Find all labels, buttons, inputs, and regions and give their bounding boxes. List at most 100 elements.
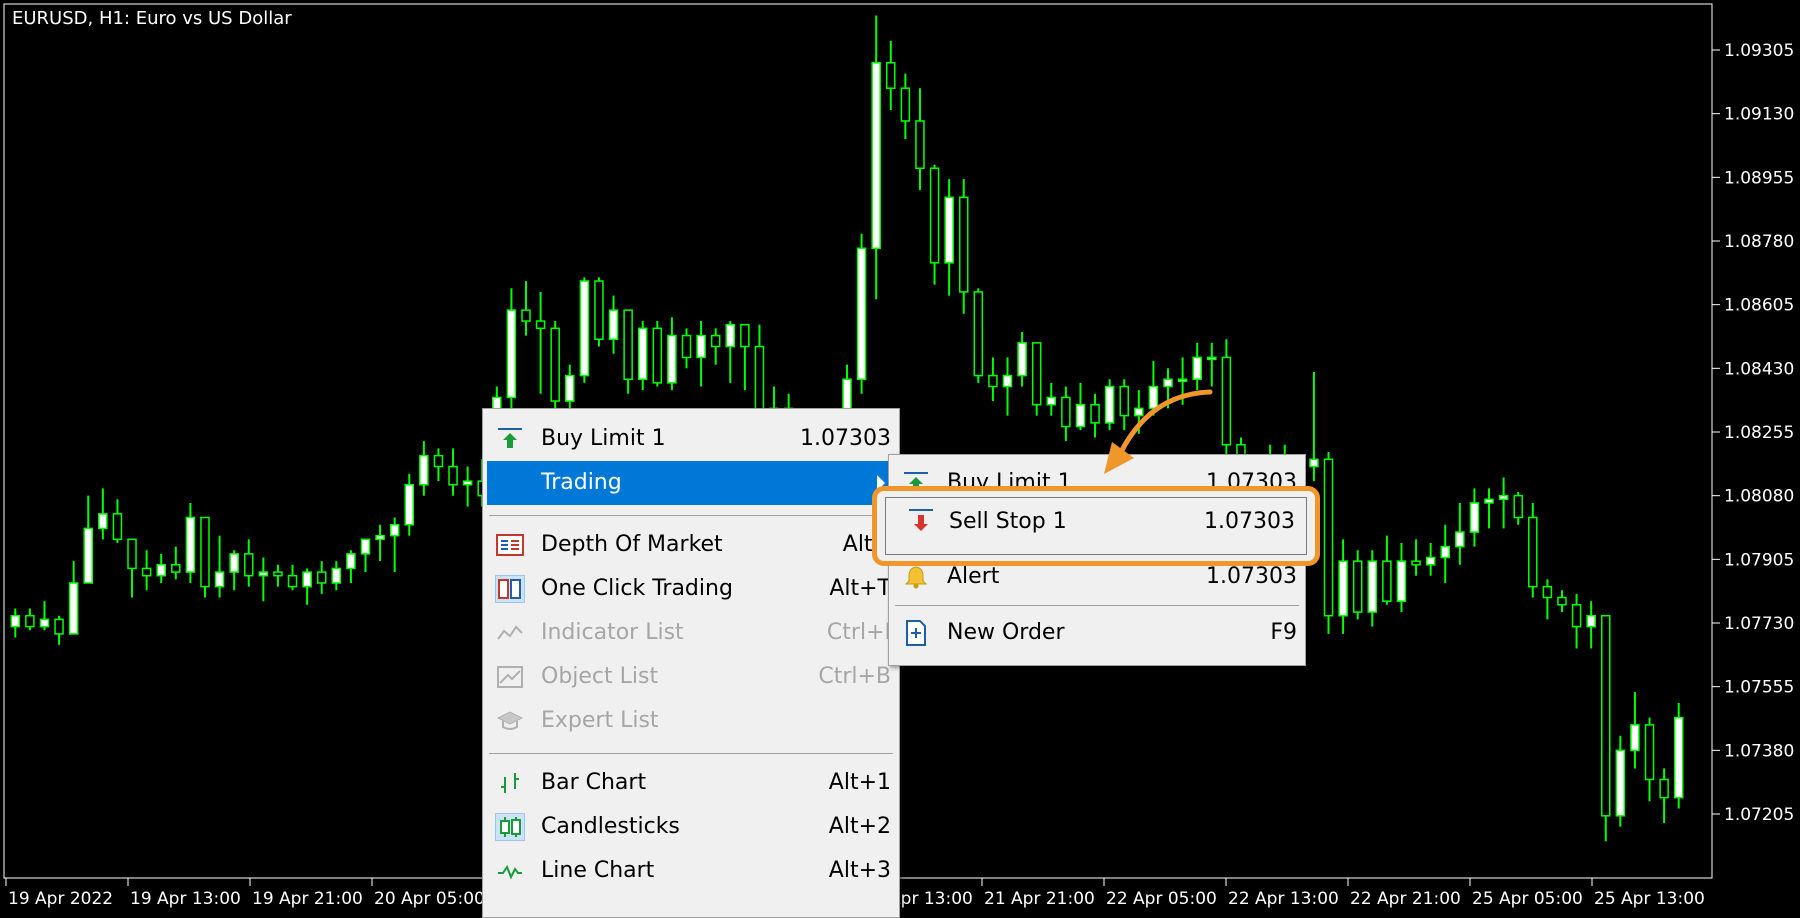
candle-body xyxy=(871,61,881,250)
submenu-item-new-order[interactable]: New Order F9 xyxy=(893,611,1301,655)
new-order-icon xyxy=(901,619,931,647)
candle-body xyxy=(1323,458,1334,617)
menu-item-label: Depth Of Market xyxy=(541,532,723,557)
candle-body xyxy=(1630,724,1640,752)
menu-item-label: Object List xyxy=(541,664,659,689)
candle-body xyxy=(112,513,123,541)
candle-body xyxy=(287,574,298,588)
candle-body xyxy=(535,320,546,330)
candle-body xyxy=(141,567,152,577)
candle-body xyxy=(1542,585,1553,599)
y-tick-label: 1.08080 xyxy=(1724,487,1794,507)
y-tick-label: 1.07905 xyxy=(1724,550,1794,570)
annotation-arrow-icon xyxy=(1104,389,1213,474)
candle-body xyxy=(1615,749,1626,817)
candle-body xyxy=(1177,378,1188,382)
menu-item-shortcut: Ctrl+B xyxy=(818,664,891,689)
candle-body xyxy=(1046,396,1057,406)
candle-body xyxy=(83,527,94,584)
x-tick-label: 22 Apr 21:00 xyxy=(1350,889,1461,909)
menu-item-depth-of-market[interactable]: Depth Of Market Alt+ xyxy=(487,523,895,567)
candle-body xyxy=(1644,724,1655,781)
candle-body xyxy=(360,538,371,555)
menu-item-candlesticks[interactable]: Candlesticks Alt+2 xyxy=(487,805,895,849)
candle-body xyxy=(1192,356,1202,380)
candle-body xyxy=(696,334,706,359)
candle-body xyxy=(1382,560,1392,602)
menu-item-label: Indicator List xyxy=(541,620,684,645)
candle-body xyxy=(710,334,721,348)
menu-item-expert-list[interactable]: Expert List xyxy=(487,699,895,743)
candle-body xyxy=(637,327,648,380)
candle-body xyxy=(229,553,239,573)
sell-stop-icon xyxy=(907,507,937,539)
menu-item-label: Buy Limit 1 xyxy=(541,426,666,451)
x-tick-label: 22 Apr 13:00 xyxy=(1228,889,1339,909)
candle-body xyxy=(579,280,590,377)
candle-body xyxy=(331,567,342,584)
candle-body xyxy=(433,454,444,468)
submenu-item-label: Alert xyxy=(947,564,1000,589)
candle-body xyxy=(988,374,998,388)
chart-context-menu: Buy Limit 1 1.07303 Trading Depth Of Mar… xyxy=(482,408,900,918)
menu-item-line-chart[interactable]: Line Chart Alt+3 xyxy=(487,849,895,893)
candle-body xyxy=(1207,356,1217,361)
candle-body xyxy=(1469,502,1480,533)
candle-body xyxy=(171,564,181,573)
candlesticks-icon xyxy=(495,813,525,841)
candle-body xyxy=(39,618,50,628)
expert-list-icon xyxy=(495,707,525,735)
x-tick-label: 19 Apr 2022 xyxy=(8,889,113,909)
candle-body xyxy=(652,327,663,384)
candle-body xyxy=(1498,494,1509,501)
menu-separator xyxy=(489,753,893,754)
candle-body xyxy=(1528,516,1538,588)
menu-item-one-click-trading[interactable]: One Click Trading Alt+T xyxy=(487,567,895,611)
y-tick-label: 1.08955 xyxy=(1724,168,1794,188)
menu-item-label: One Click Trading xyxy=(541,576,733,601)
candle-body xyxy=(1031,342,1042,406)
candle-body xyxy=(214,571,225,588)
candle-body xyxy=(346,553,356,570)
menu-item-shortcut: Alt+2 xyxy=(828,814,891,839)
menu-item-bar-chart[interactable]: Bar Chart Alt+1 xyxy=(487,761,895,805)
candle-body xyxy=(740,323,750,348)
candle-body xyxy=(725,323,736,348)
candle-body xyxy=(25,614,35,628)
object-list-icon xyxy=(495,663,525,691)
menu-item-object-list[interactable]: Object List Ctrl+B xyxy=(487,655,895,699)
candle-body xyxy=(1396,560,1407,602)
x-tick-label: 25 Apr 13:00 xyxy=(1594,889,1705,909)
y-tick-label: 1.07555 xyxy=(1724,678,1794,698)
menu-item-label: Candlesticks xyxy=(541,814,680,839)
y-tick-label: 1.08430 xyxy=(1724,359,1794,379)
submenu-item-label: New Order xyxy=(947,620,1065,645)
candle-body xyxy=(958,196,969,293)
y-tick-label: 1.07380 xyxy=(1724,741,1794,761)
candle-body xyxy=(462,480,473,486)
candle-body xyxy=(1017,342,1027,377)
candle-body xyxy=(1309,458,1319,468)
candle-body xyxy=(1484,498,1494,504)
candle-body xyxy=(127,538,137,570)
indicator-list-icon xyxy=(495,619,525,647)
candle-body xyxy=(316,571,327,584)
candle-body xyxy=(1352,560,1363,613)
alert-bell-icon xyxy=(901,563,931,591)
submenu-item-sell-stop[interactable]: Sell Stop 1 1.07303 xyxy=(872,486,1320,566)
menu-item-label: Bar Chart xyxy=(541,770,647,795)
menu-item-buy-limit[interactable]: Buy Limit 1 1.07303 xyxy=(487,417,895,461)
candle-body xyxy=(856,247,867,380)
menu-item-shortcut: Alt+1 xyxy=(828,770,891,795)
candle-body xyxy=(302,571,312,588)
x-tick-label: 19 Apr 13:00 xyxy=(130,889,241,909)
menu-item-indicator-list[interactable]: Indicator List Ctrl+I xyxy=(487,611,895,655)
candle-body xyxy=(273,571,283,577)
candle-body xyxy=(68,582,79,635)
candle-body xyxy=(1367,560,1378,613)
menu-item-label: Trading xyxy=(541,470,622,495)
menu-item-trading[interactable]: Trading xyxy=(487,461,895,505)
candle-body xyxy=(1571,604,1582,628)
candle-body xyxy=(565,374,575,402)
candle-body xyxy=(1425,556,1436,566)
